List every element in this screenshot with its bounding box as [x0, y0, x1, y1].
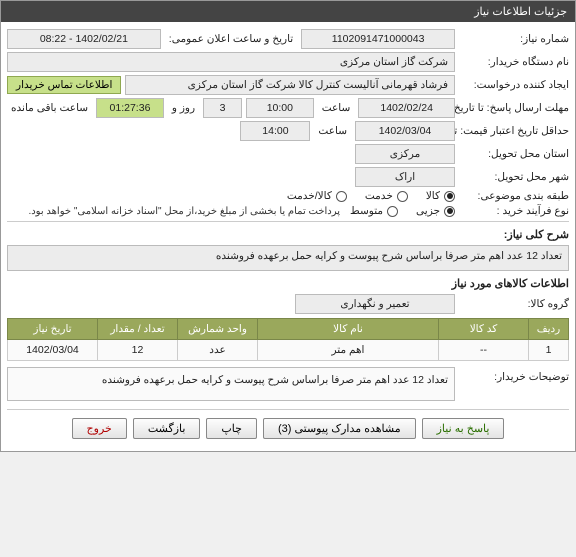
radio-icon: [387, 206, 398, 217]
requester-value: فرشاد قهرمانی آنالیست کنترل کالا شرکت گا…: [125, 75, 455, 95]
respond-button[interactable]: پاسخ به نیاز: [422, 418, 505, 439]
summary-label: شرح کلی نیاز:: [7, 228, 569, 241]
pt-medium-label: متوسط: [350, 205, 383, 217]
buyer-notes-box: تعداد 12 عدد اهم متر صرفا براساس شرح پیو…: [7, 367, 455, 401]
category-both-label: کالا/خدمت: [287, 190, 332, 202]
table-row[interactable]: 1 -- اهم متر عدد 12 1402/03/04: [8, 340, 569, 361]
day-label: روز و: [168, 102, 199, 114]
purchase-type-note: پرداخت تمام یا بخشی از مبلغ خرید،از محل …: [28, 206, 346, 217]
th-row: ردیف: [529, 319, 569, 340]
category-label: طبقه بندی موضوعی:: [459, 190, 569, 202]
radio-icon: [397, 191, 408, 202]
td-row: 1: [529, 340, 569, 361]
form-content: شماره نیاز: 1102091471000043 تاریخ و ساع…: [1, 22, 575, 451]
validity-label: حداقل تاریخ اعتبار قیمت: تا تاریخ:: [459, 125, 569, 137]
th-qty: تعداد / مقدار: [98, 319, 178, 340]
category-radio-group: کالا خدمت کالا/خدمت: [287, 190, 455, 202]
province-label: استان محل تحویل:: [459, 148, 569, 160]
announce-label: تاریخ و ساعت اعلان عمومی:: [165, 33, 297, 45]
radio-icon: [336, 191, 347, 202]
buyer-org-label: نام دستگاه خریدار:: [459, 56, 569, 68]
days-left: 3: [203, 98, 242, 118]
category-service-label: خدمت: [365, 190, 393, 202]
validity-time: 14:00: [240, 121, 310, 141]
window-title: جزئیات اطلاعات نیاز: [474, 6, 567, 18]
th-name: نام کالا: [258, 319, 439, 340]
table-header-row: ردیف کد کالا نام کالا واحد شمارش تعداد /…: [8, 319, 569, 340]
divider: [7, 221, 569, 222]
time-left: 01:27:36: [96, 98, 164, 118]
pt-partial-label: جزیی: [416, 205, 440, 217]
remain-label: ساعت باقی مانده: [7, 102, 92, 114]
need-number-value: 1102091471000043: [301, 29, 455, 49]
deadline-time: 10:00: [246, 98, 314, 118]
category-goods[interactable]: کالا: [426, 190, 455, 202]
radio-checked-icon: [444, 191, 455, 202]
buyer-notes-label: توضیحات خریدار:: [459, 367, 569, 383]
footer-buttons: پاسخ به نیاز مشاهده مدارک پیوستی (3) چاپ…: [7, 409, 569, 447]
summary-box: تعداد 12 عدد اهم متر صرفا براساس شرح پیو…: [7, 245, 569, 271]
category-both[interactable]: کالا/خدمت: [287, 190, 347, 202]
items-section-title: اطلاعات کالاهای مورد نیاز: [7, 277, 569, 290]
purchase-type-medium[interactable]: متوسط: [350, 205, 398, 217]
time-label-2: ساعت: [314, 125, 351, 137]
td-date: 1402/03/04: [8, 340, 98, 361]
attachments-button[interactable]: مشاهده مدارک پیوستی (3): [263, 418, 416, 439]
items-table: ردیف کد کالا نام کالا واحد شمارش تعداد /…: [7, 318, 569, 361]
validity-date: 1402/03/04: [355, 121, 455, 141]
purchase-type-partial[interactable]: جزیی: [416, 205, 455, 217]
goods-group-value: تعمیر و نگهداری: [295, 294, 455, 314]
back-button[interactable]: بازگشت: [133, 418, 201, 439]
th-unit: واحد شمارش: [178, 319, 258, 340]
city-value: اراک: [355, 167, 455, 187]
td-unit: عدد: [178, 340, 258, 361]
td-name: اهم متر: [258, 340, 439, 361]
announce-value: 1402/02/21 - 08:22: [7, 29, 161, 49]
time-label-1: ساعت: [318, 102, 355, 114]
radio-checked-icon: [444, 206, 455, 217]
province-value: مرکزی: [355, 144, 455, 164]
th-date: تاریخ نیاز: [8, 319, 98, 340]
exit-button[interactable]: خروج: [72, 418, 127, 439]
requester-label: ایجاد کننده درخواست:: [459, 79, 569, 91]
purchase-type-label: نوع فرآیند خرید :: [459, 205, 569, 217]
th-code: کد کالا: [439, 319, 529, 340]
dialog-window: جزئیات اطلاعات نیاز شماره نیاز: 11020914…: [0, 0, 576, 452]
need-number-label: شماره نیاز:: [459, 33, 569, 45]
window-titlebar: جزئیات اطلاعات نیاز: [1, 1, 575, 22]
category-service[interactable]: خدمت: [365, 190, 408, 202]
goods-group-label: گروه کالا:: [459, 298, 569, 310]
contact-info-button[interactable]: اطلاعات تماس خریدار: [7, 76, 121, 94]
td-qty: 12: [98, 340, 178, 361]
buyer-org-value: شرکت گاز استان مرکزی: [7, 52, 455, 72]
print-button[interactable]: چاپ: [206, 418, 257, 439]
purchase-type-radio-group: جزیی متوسط: [350, 205, 455, 217]
city-label: شهر محل تحویل:: [459, 171, 569, 183]
category-goods-label: کالا: [426, 190, 440, 202]
deadline-label: مهلت ارسال پاسخ: تا تاریخ:: [459, 102, 569, 114]
deadline-date: 1402/02/24: [358, 98, 455, 118]
td-code: --: [439, 340, 529, 361]
